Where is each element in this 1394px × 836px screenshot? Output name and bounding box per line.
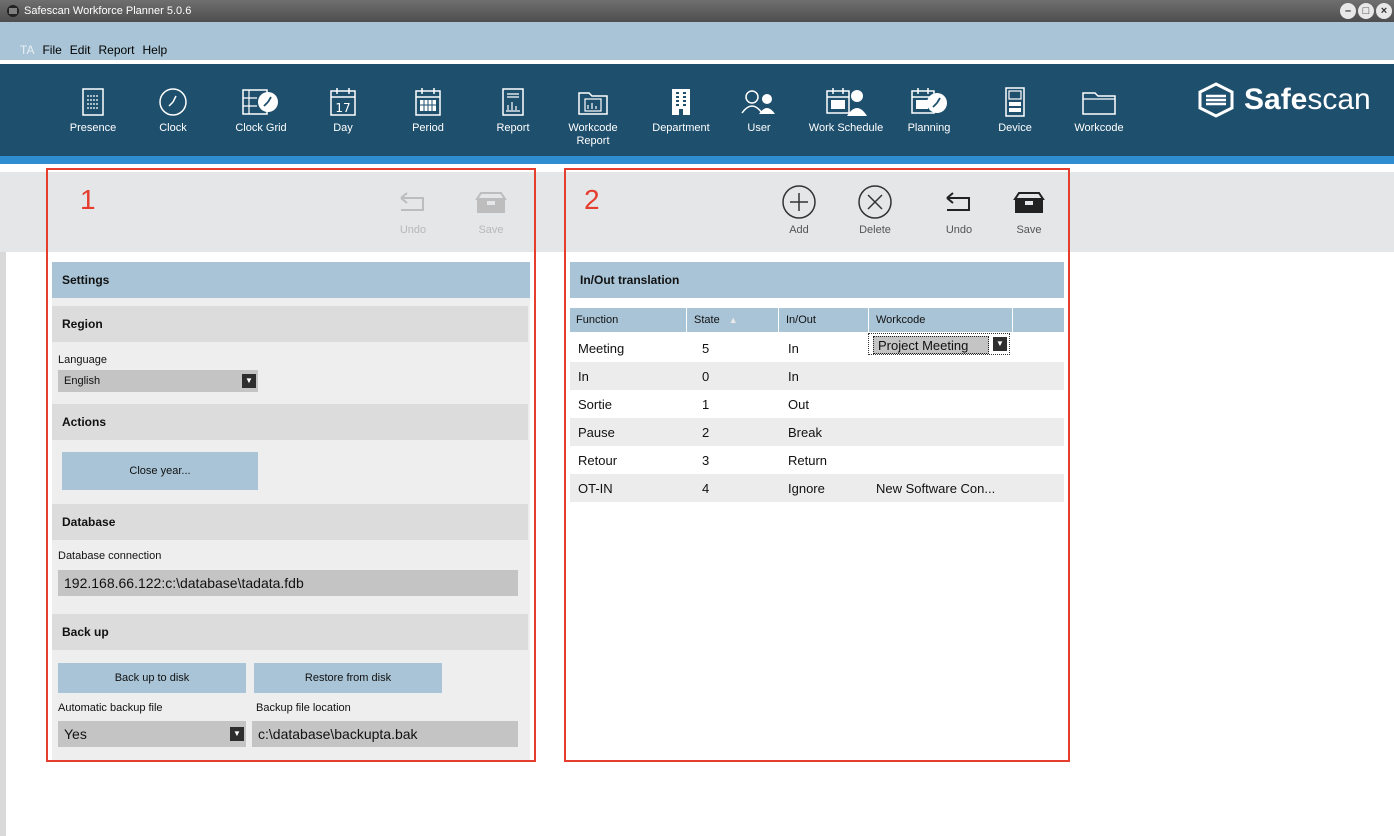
- toolbar-report[interactable]: Report: [478, 82, 548, 135]
- period-calendar-icon: [415, 88, 441, 116]
- main-toolbar: Presence Clock Clock Grid 17 Day Period …: [0, 64, 1394, 156]
- toolbar-label-workcode: Workcode: [1074, 122, 1124, 134]
- toolbar-department[interactable]: Department: [646, 82, 716, 135]
- menu-edit[interactable]: Edit: [70, 43, 91, 57]
- menu-ta[interactable]: TA: [20, 43, 34, 57]
- menu-spacer: [0, 22, 1394, 42]
- logo-text-bold: Safe: [1244, 83, 1308, 116]
- workcode-folder-icon: [1082, 92, 1116, 115]
- maximize-button[interactable]: □: [1358, 3, 1374, 19]
- toolbar-label-device: Device: [998, 122, 1032, 134]
- toolbar-label-day: Day: [333, 122, 353, 134]
- user-icon: [741, 90, 775, 114]
- workcode-report-icon: [578, 92, 608, 115]
- toolbar-label-user: User: [747, 122, 771, 134]
- toolbar-label-planning: Planning: [907, 122, 951, 134]
- toolbar-period[interactable]: Period: [393, 82, 463, 135]
- toolbar-planning[interactable]: Planning: [894, 82, 964, 135]
- toolbar-workcode-report[interactable]: Workcode Report: [558, 82, 628, 148]
- toolbar-label-clock-grid: Clock Grid: [235, 122, 287, 134]
- menu-file[interactable]: File: [42, 43, 61, 57]
- menu-help[interactable]: Help: [143, 43, 168, 57]
- title-bar: Safescan Workforce Planner 5.0.6 – □ ×: [0, 0, 1394, 22]
- toolbar-day[interactable]: 17 Day: [308, 82, 378, 135]
- toolbar-clock-grid[interactable]: Clock Grid: [226, 82, 296, 135]
- app-logo-icon: [7, 5, 19, 17]
- department-icon: [672, 89, 690, 115]
- clock-grid-icon: [242, 89, 278, 115]
- day-number: 17: [335, 101, 350, 115]
- panel1-highlight-outline: [46, 168, 536, 762]
- toolbar-label-work-schedule: Work Schedule: [808, 122, 884, 134]
- menu-report[interactable]: Report: [98, 43, 134, 57]
- logo-text-rest: scan: [1307, 83, 1371, 116]
- panel2-highlight-outline: [564, 168, 1070, 762]
- left-edge-strip: [0, 252, 6, 836]
- toolbar-label-presence: Presence: [69, 122, 117, 134]
- minimize-button[interactable]: –: [1340, 3, 1356, 19]
- toolbar-label-workcode-report: Workcode Report: [568, 122, 618, 147]
- safescan-logo-icon: [1198, 82, 1234, 118]
- toolbar-clock[interactable]: Clock: [138, 82, 208, 135]
- toolbar-accent-stripe: [0, 156, 1394, 164]
- toolbar-user[interactable]: User: [724, 82, 794, 135]
- toolbar-workcode[interactable]: Workcode: [1064, 82, 1134, 135]
- clock-icon: [159, 88, 187, 116]
- planning-icon: [911, 88, 947, 114]
- device-icon: [1005, 87, 1025, 117]
- toolbar-label-report: Report: [496, 122, 530, 134]
- toolbar-label-department: Department: [652, 122, 710, 134]
- day-calendar-icon: 17: [330, 88, 356, 116]
- toolbar-label-clock: Clock: [159, 122, 187, 134]
- close-button[interactable]: ×: [1376, 3, 1392, 19]
- presence-icon: [82, 88, 104, 116]
- report-icon: [502, 88, 524, 116]
- menu-bar: TA File Edit Report Help: [0, 40, 1394, 60]
- work-schedule-icon: [826, 88, 867, 116]
- safescan-logo: Safescan: [1196, 82, 1371, 118]
- toolbar-work-schedule[interactable]: Work Schedule: [804, 82, 888, 135]
- toolbar-presence[interactable]: Presence: [58, 82, 128, 135]
- toolbar-device[interactable]: Device: [980, 82, 1050, 135]
- toolbar-label-period: Period: [412, 122, 444, 134]
- window-title: Safescan Workforce Planner 5.0.6: [24, 5, 192, 17]
